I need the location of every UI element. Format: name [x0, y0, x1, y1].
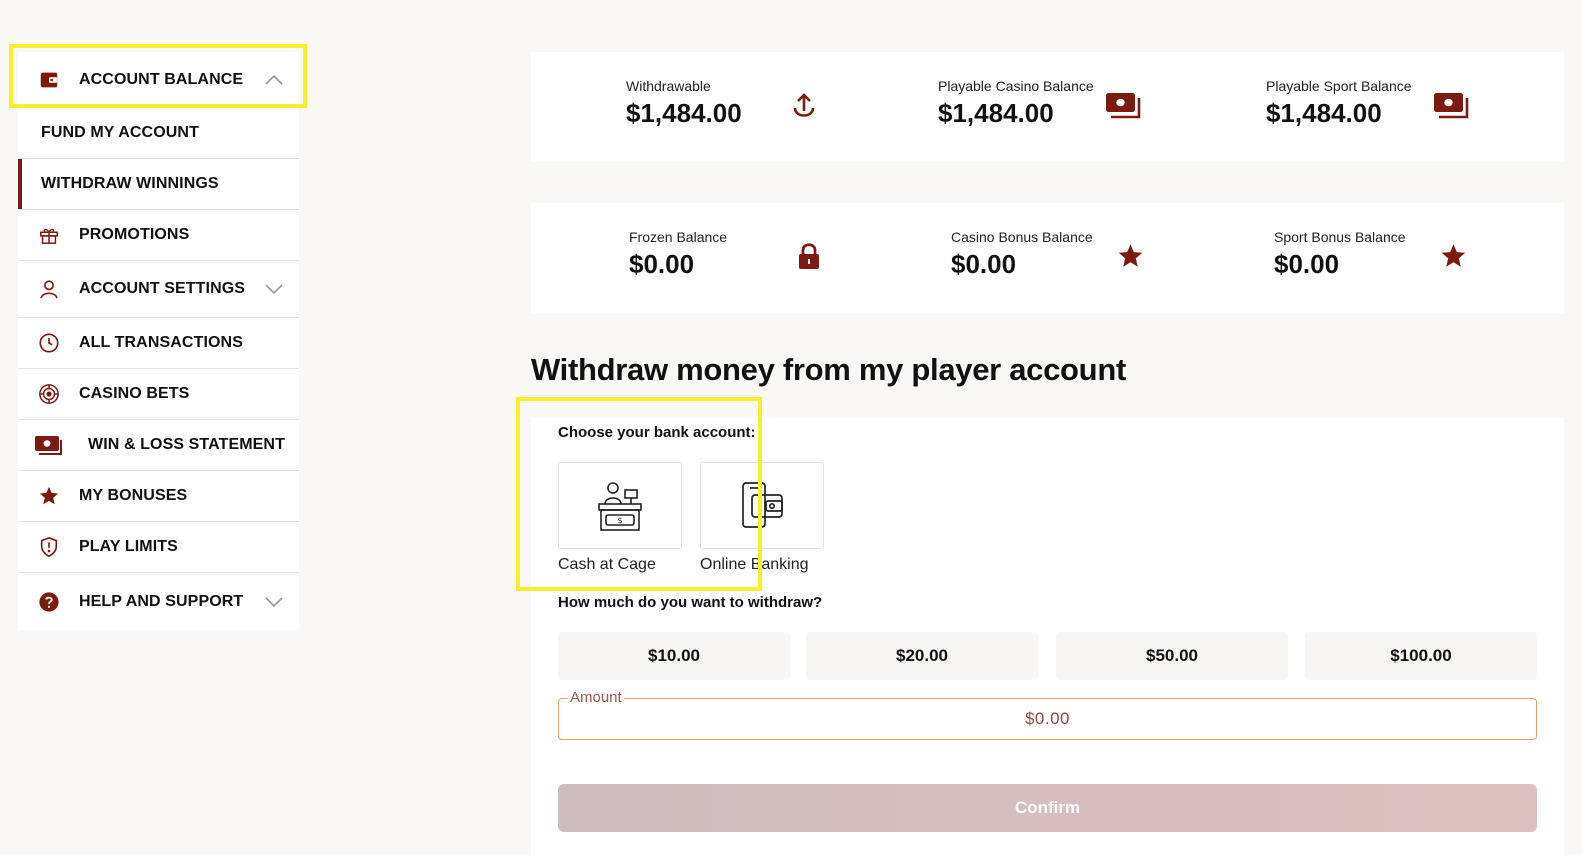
clock-icon — [18, 332, 79, 354]
preset-amount-button[interactable]: $50.00 — [1056, 632, 1288, 680]
sidebar-item-casino-bets[interactable]: CASINO BETS — [18, 369, 299, 420]
amount-input[interactable] — [560, 700, 1535, 738]
shield-icon — [18, 536, 79, 558]
balance-sport-bonus: Sport Bonus Balance $0.00 — [1274, 229, 1406, 280]
balance-playable-casino: Playable Casino Balance $1,484.00 — [938, 78, 1094, 129]
balance-withdrawable: Withdrawable $1,484.00 — [626, 78, 742, 129]
balance-label: Withdrawable — [626, 78, 711, 94]
bank-option-label: Online Banking — [700, 556, 809, 573]
sidebar-item-win-loss-statement[interactable]: WIN & LOSS STATEMENT — [18, 420, 299, 471]
star-icon — [18, 485, 79, 507]
sidebar-item-label: CASINO BETS — [79, 385, 190, 402]
help-icon — [18, 591, 79, 613]
bank-option-online-banking[interactable] — [700, 462, 824, 549]
gift-icon — [18, 224, 79, 246]
balance-value: $1,484.00 — [626, 98, 742, 128]
account-sidebar: ACCOUNT BALANCE FUND MY ACCOUNT WITHDRAW… — [18, 52, 299, 630]
balance-label: Playable Sport Balance — [1266, 78, 1412, 94]
wallet-icon — [18, 69, 79, 91]
mobile-wallet-icon — [742, 481, 783, 528]
balance-casino-bonus: Casino Bonus Balance $0.00 — [951, 229, 1093, 280]
balance-value: $1,484.00 — [1266, 98, 1382, 128]
preset-amount-button[interactable]: $10.00 — [558, 632, 790, 680]
balance-playable-sport: Playable Sport Balance $1,484.00 — [1266, 78, 1412, 129]
sidebar-item-play-limits[interactable]: PLAY LIMITS — [18, 522, 299, 573]
lock-icon — [799, 243, 819, 269]
sidebar-item-label: MY BONUSES — [79, 487, 188, 504]
cash-icon — [18, 434, 79, 456]
cashier-icon: $ — [598, 481, 642, 531]
star-icon — [1118, 244, 1143, 267]
star-icon — [1441, 244, 1466, 267]
sidebar-item-label: WIN & LOSS STATEMENT — [88, 436, 285, 453]
sidebar-item-label: WITHDRAW WINNINGS — [41, 175, 219, 192]
balance-value: $0.00 — [951, 249, 1017, 279]
chevron-up-icon[interactable] — [265, 74, 283, 86]
sidebar-item-my-bonuses[interactable]: MY BONUSES — [18, 471, 299, 522]
sidebar-item-label: FUND MY ACCOUNT — [41, 124, 199, 141]
confirm-button[interactable]: Confirm — [558, 784, 1537, 832]
sidebar-item-withdraw-winnings[interactable]: WITHDRAW WINNINGS — [18, 159, 299, 210]
sidebar-item-fund-my-account[interactable]: FUND MY ACCOUNT — [18, 108, 299, 159]
balance-value: $0.00 — [1274, 249, 1340, 279]
sidebar-item-help-and-support[interactable]: HELP AND SUPPORT — [18, 573, 299, 630]
sidebar-item-label: ACCOUNT BALANCE — [79, 70, 244, 88]
page-title: Withdraw money from my player account — [531, 352, 1126, 387]
balance-label: Sport Bonus Balance — [1274, 229, 1406, 245]
balance-label: Frozen Balance — [629, 229, 728, 245]
balance-value: $1,484.00 — [938, 98, 1054, 128]
chevron-down-icon[interactable] — [265, 283, 283, 295]
balance-frozen: Frozen Balance $0.00 — [629, 229, 727, 280]
bank-option-label: Cash at Cage — [558, 556, 656, 573]
sidebar-item-account-settings[interactable]: ACCOUNT SETTINGS — [18, 261, 299, 318]
roulette-icon — [18, 383, 79, 405]
cash-icon — [1434, 93, 1469, 119]
cash-icon — [1106, 93, 1141, 119]
sidebar-item-label: ACCOUNT SETTINGS — [79, 280, 246, 297]
sidebar-item-all-transactions[interactable]: ALL TRANSACTIONS — [18, 318, 299, 369]
user-icon — [18, 278, 79, 300]
withdraw-amount-label: How much do you want to withdraw? — [558, 594, 823, 611]
sidebar-item-promotions[interactable]: PROMOTIONS — [18, 210, 299, 261]
preset-amount-button[interactable]: $20.00 — [806, 632, 1038, 680]
bank-option-cash-at-cage[interactable]: $ — [558, 462, 682, 549]
sidebar-item-label: HELP AND SUPPORT — [79, 592, 244, 610]
sidebar-item-account-balance[interactable]: ACCOUNT BALANCE — [18, 52, 299, 108]
balance-value: $0.00 — [629, 249, 695, 279]
choose-bank-label: Choose your bank account: — [558, 424, 756, 441]
sidebar-item-label: ALL TRANSACTIONS — [79, 334, 243, 351]
upload-arrow-icon — [793, 93, 815, 117]
chevron-down-icon[interactable] — [265, 596, 283, 608]
svg-text:$: $ — [617, 516, 622, 525]
balance-label: Casino Bonus Balance — [951, 229, 1093, 245]
preset-amount-button[interactable]: $100.00 — [1305, 632, 1537, 680]
balance-label: Playable Casino Balance — [938, 78, 1094, 94]
sidebar-item-label: PROMOTIONS — [79, 226, 190, 243]
sidebar-item-label: PLAY LIMITS — [79, 538, 178, 555]
